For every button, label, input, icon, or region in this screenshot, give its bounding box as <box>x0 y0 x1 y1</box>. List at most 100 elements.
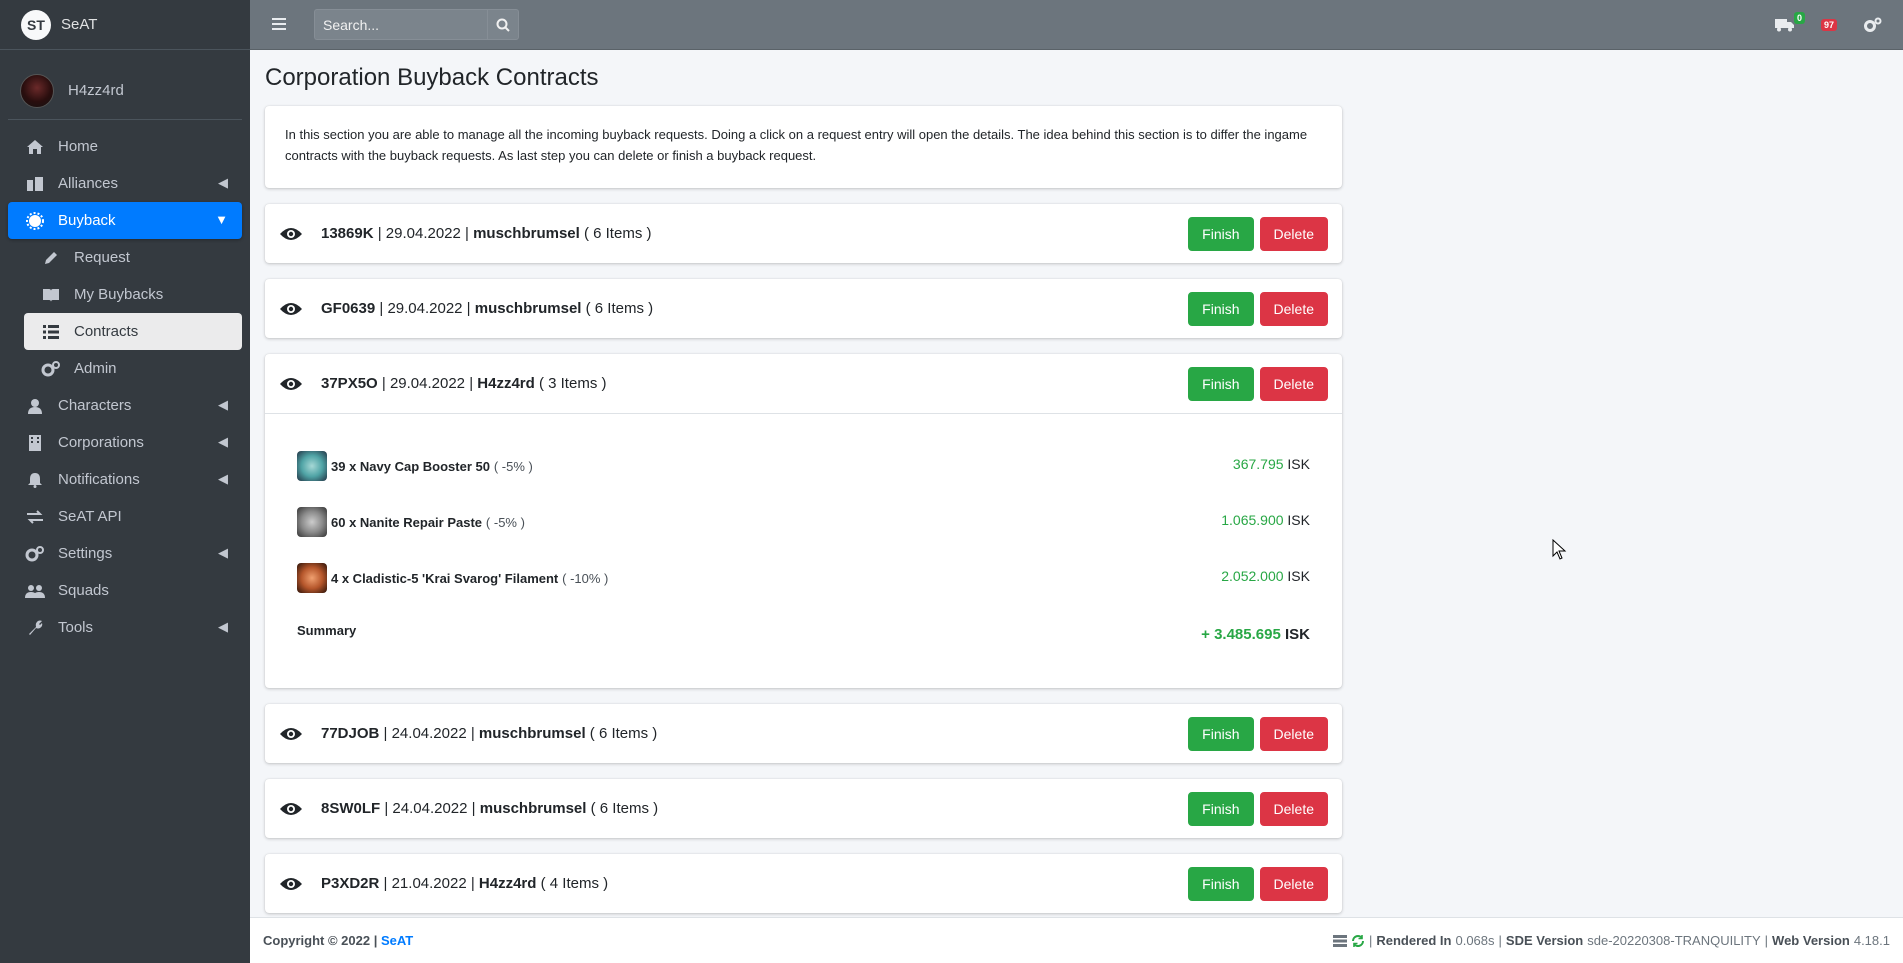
sidebar-item-tools[interactable]: Tools ◀ <box>8 609 242 646</box>
sidebar-item-settings[interactable]: Settings ◀ <box>8 535 242 572</box>
contract-owner: muschbrumsel <box>473 225 580 242</box>
brand-name: SeAT <box>61 16 98 33</box>
item-icon <box>297 507 327 537</box>
sidebar-item-squads[interactable]: Squads <box>8 572 242 609</box>
contract-actions: Finish Delete <box>1188 217 1328 251</box>
footer: Copyright © 2022 | SeAT | Rendered In 0.… <box>250 917 1903 963</box>
buyback-submenu: Request My Buybacks Contracts Admin <box>8 239 242 387</box>
list-item: 39 x Navy Cap Booster 50 ( -5% ) 367.795… <box>297 438 1310 494</box>
seat-link[interactable]: SeAT <box>381 933 413 948</box>
chevron-left-icon: ◀ <box>218 397 228 412</box>
contract-header[interactable]: P3XD2R | 21.04.2022 | H4zz4rd ( 4 Items … <box>265 854 1342 913</box>
contract-actions: Finish Delete <box>1188 367 1328 401</box>
sidebar-item-label: Alliances <box>58 175 119 192</box>
pencil-icon <box>40 250 62 266</box>
contract-date: 24.04.2022 <box>391 725 467 742</box>
sidebar-item-my-buybacks[interactable]: My Buybacks <box>24 276 242 313</box>
contract-card: 8SW0LF | 24.04.2022 | muschbrumsel ( 6 I… <box>265 779 1342 838</box>
user-panel[interactable]: H4zz4rd <box>8 62 242 120</box>
item-name: 4 x Cladistic-5 'Krai Svarog' Filament <box>331 570 559 586</box>
delete-button[interactable]: Delete <box>1259 217 1328 251</box>
contract-header[interactable]: 37PX5O | 29.04.2022 | H4zz4rd ( 3 Items … <box>265 354 1342 413</box>
chevron-left-icon: ◀ <box>218 434 228 449</box>
copyright-text: Copyright © 2022 | <box>263 933 378 948</box>
contract-items: ( 6 Items ) <box>583 225 652 242</box>
sidebar-item-buyback[interactable]: Buyback ▼ <box>8 202 242 239</box>
summary-currency: ISK <box>1284 626 1310 643</box>
chevron-left-icon: ◀ <box>218 545 228 560</box>
wrench-icon <box>24 620 46 636</box>
building-icon <box>24 176 46 192</box>
sidebar-item-label: Tools <box>58 619 94 636</box>
notifications-menu[interactable]: 97 <box>1820 19 1837 31</box>
search-input[interactable] <box>314 9 487 40</box>
finish-button[interactable]: Finish <box>1188 292 1254 326</box>
brand-link[interactable]: ST SeAT <box>0 0 250 50</box>
price-currency: ISK <box>1287 456 1310 472</box>
page-title: Corporation Buyback Contracts <box>265 64 599 91</box>
eye-icon <box>280 302 302 315</box>
contract-card-expanded: 37PX5O | 29.04.2022 | H4zz4rd ( 3 Items … <box>265 354 1342 688</box>
sidebar-item-label: Home <box>58 138 99 155</box>
sidebar-item-admin[interactable]: Admin <box>24 350 242 387</box>
contracts-menu[interactable]: 0 <box>1774 12 1805 32</box>
sidebar-item-notifications[interactable]: Notifications ◀ <box>8 461 242 498</box>
contract-summary: 77DJOB | 24.04.2022 | muschbrumsel ( 6 I… <box>321 725 658 742</box>
delete-button[interactable]: Delete <box>1259 717 1328 751</box>
search-form <box>314 9 519 40</box>
settings-menu[interactable] <box>1863 17 1883 33</box>
contract-header[interactable]: 77DJOB | 24.04.2022 | muschbrumsel ( 6 I… <box>265 704 1342 763</box>
finish-button[interactable]: Finish <box>1188 367 1254 401</box>
search-button[interactable] <box>487 9 519 40</box>
sidebar-item-label: Characters <box>58 397 132 414</box>
contract-date: 21.04.2022 <box>391 875 467 892</box>
contract-header[interactable]: GF0639 | 29.04.2022 | muschbrumsel ( 6 I… <box>265 279 1342 338</box>
item-name: 39 x Navy Cap Booster 50 <box>331 458 490 474</box>
sidebar-item-request[interactable]: Request <box>24 239 242 276</box>
delete-button[interactable]: Delete <box>1259 292 1328 326</box>
summary-row: Summary + 3.485.695 ISK <box>297 606 1310 662</box>
delete-button[interactable]: Delete <box>1259 367 1328 401</box>
contract-summary: 37PX5O | 29.04.2022 | H4zz4rd ( 3 Items … <box>321 375 607 392</box>
sidebar-item-contracts[interactable]: Contracts <box>24 313 242 350</box>
contract-owner: muschbrumsel <box>479 800 587 817</box>
chevron-left-icon: ◀ <box>218 471 228 486</box>
item-percent: ( -5% ) <box>493 458 533 474</box>
exchange-icon <box>24 509 46 524</box>
separator: | <box>1498 933 1502 948</box>
sidebar-item-label: SeAT API <box>58 508 122 525</box>
finish-button[interactable]: Finish <box>1188 217 1254 251</box>
menu-toggle-icon[interactable] <box>272 14 294 35</box>
separator: | <box>1368 933 1373 948</box>
eye-icon <box>280 877 302 890</box>
chevron-left-icon: ◀ <box>218 175 228 190</box>
contract-header[interactable]: 8SW0LF | 24.04.2022 | muschbrumsel ( 6 I… <box>265 779 1342 838</box>
delete-button[interactable]: Delete <box>1259 792 1328 826</box>
sidebar-item-home[interactable]: Home <box>8 128 242 165</box>
finish-button[interactable]: Finish <box>1188 867 1254 901</box>
sidebar-item-characters[interactable]: Characters ◀ <box>8 387 242 424</box>
contract-header[interactable]: 13869K | 29.04.2022 | muschbrumsel ( 6 I… <box>265 204 1342 263</box>
finish-button[interactable]: Finish <box>1188 792 1254 826</box>
bell-icon <box>24 472 46 488</box>
item-price: 367.795 ISK <box>1233 456 1310 472</box>
contract-owner: H4zz4rd <box>478 875 537 892</box>
contract-actions: Finish Delete <box>1188 292 1328 326</box>
sidebar-item-alliances[interactable]: Alliances ◀ <box>8 165 242 202</box>
sidebar-item-corporations[interactable]: Corporations ◀ <box>8 424 242 461</box>
sidebar-item-label: Corporations <box>58 434 144 451</box>
contract-items: ( 6 Items ) <box>585 300 654 317</box>
eye-icon <box>280 227 302 240</box>
sidebar-item-label: My Buybacks <box>74 286 164 303</box>
finish-button[interactable]: Finish <box>1188 717 1254 751</box>
delete-button[interactable]: Delete <box>1259 867 1328 901</box>
price-value: 367.795 <box>1232 456 1284 472</box>
contract-date: 29.04.2022 <box>387 300 463 317</box>
user-name: H4zz4rd <box>68 82 124 99</box>
contract-card: P3XD2R | 21.04.2022 | H4zz4rd ( 4 Items … <box>265 854 1342 913</box>
home-icon <box>24 139 46 155</box>
item-percent: ( -10% ) <box>562 570 609 586</box>
footer-meta: | Rendered In 0.068s | SDE Version sde-2… <box>1332 933 1890 948</box>
list-icon <box>40 324 62 339</box>
sidebar-item-seat-api[interactable]: SeAT API <box>8 498 242 535</box>
